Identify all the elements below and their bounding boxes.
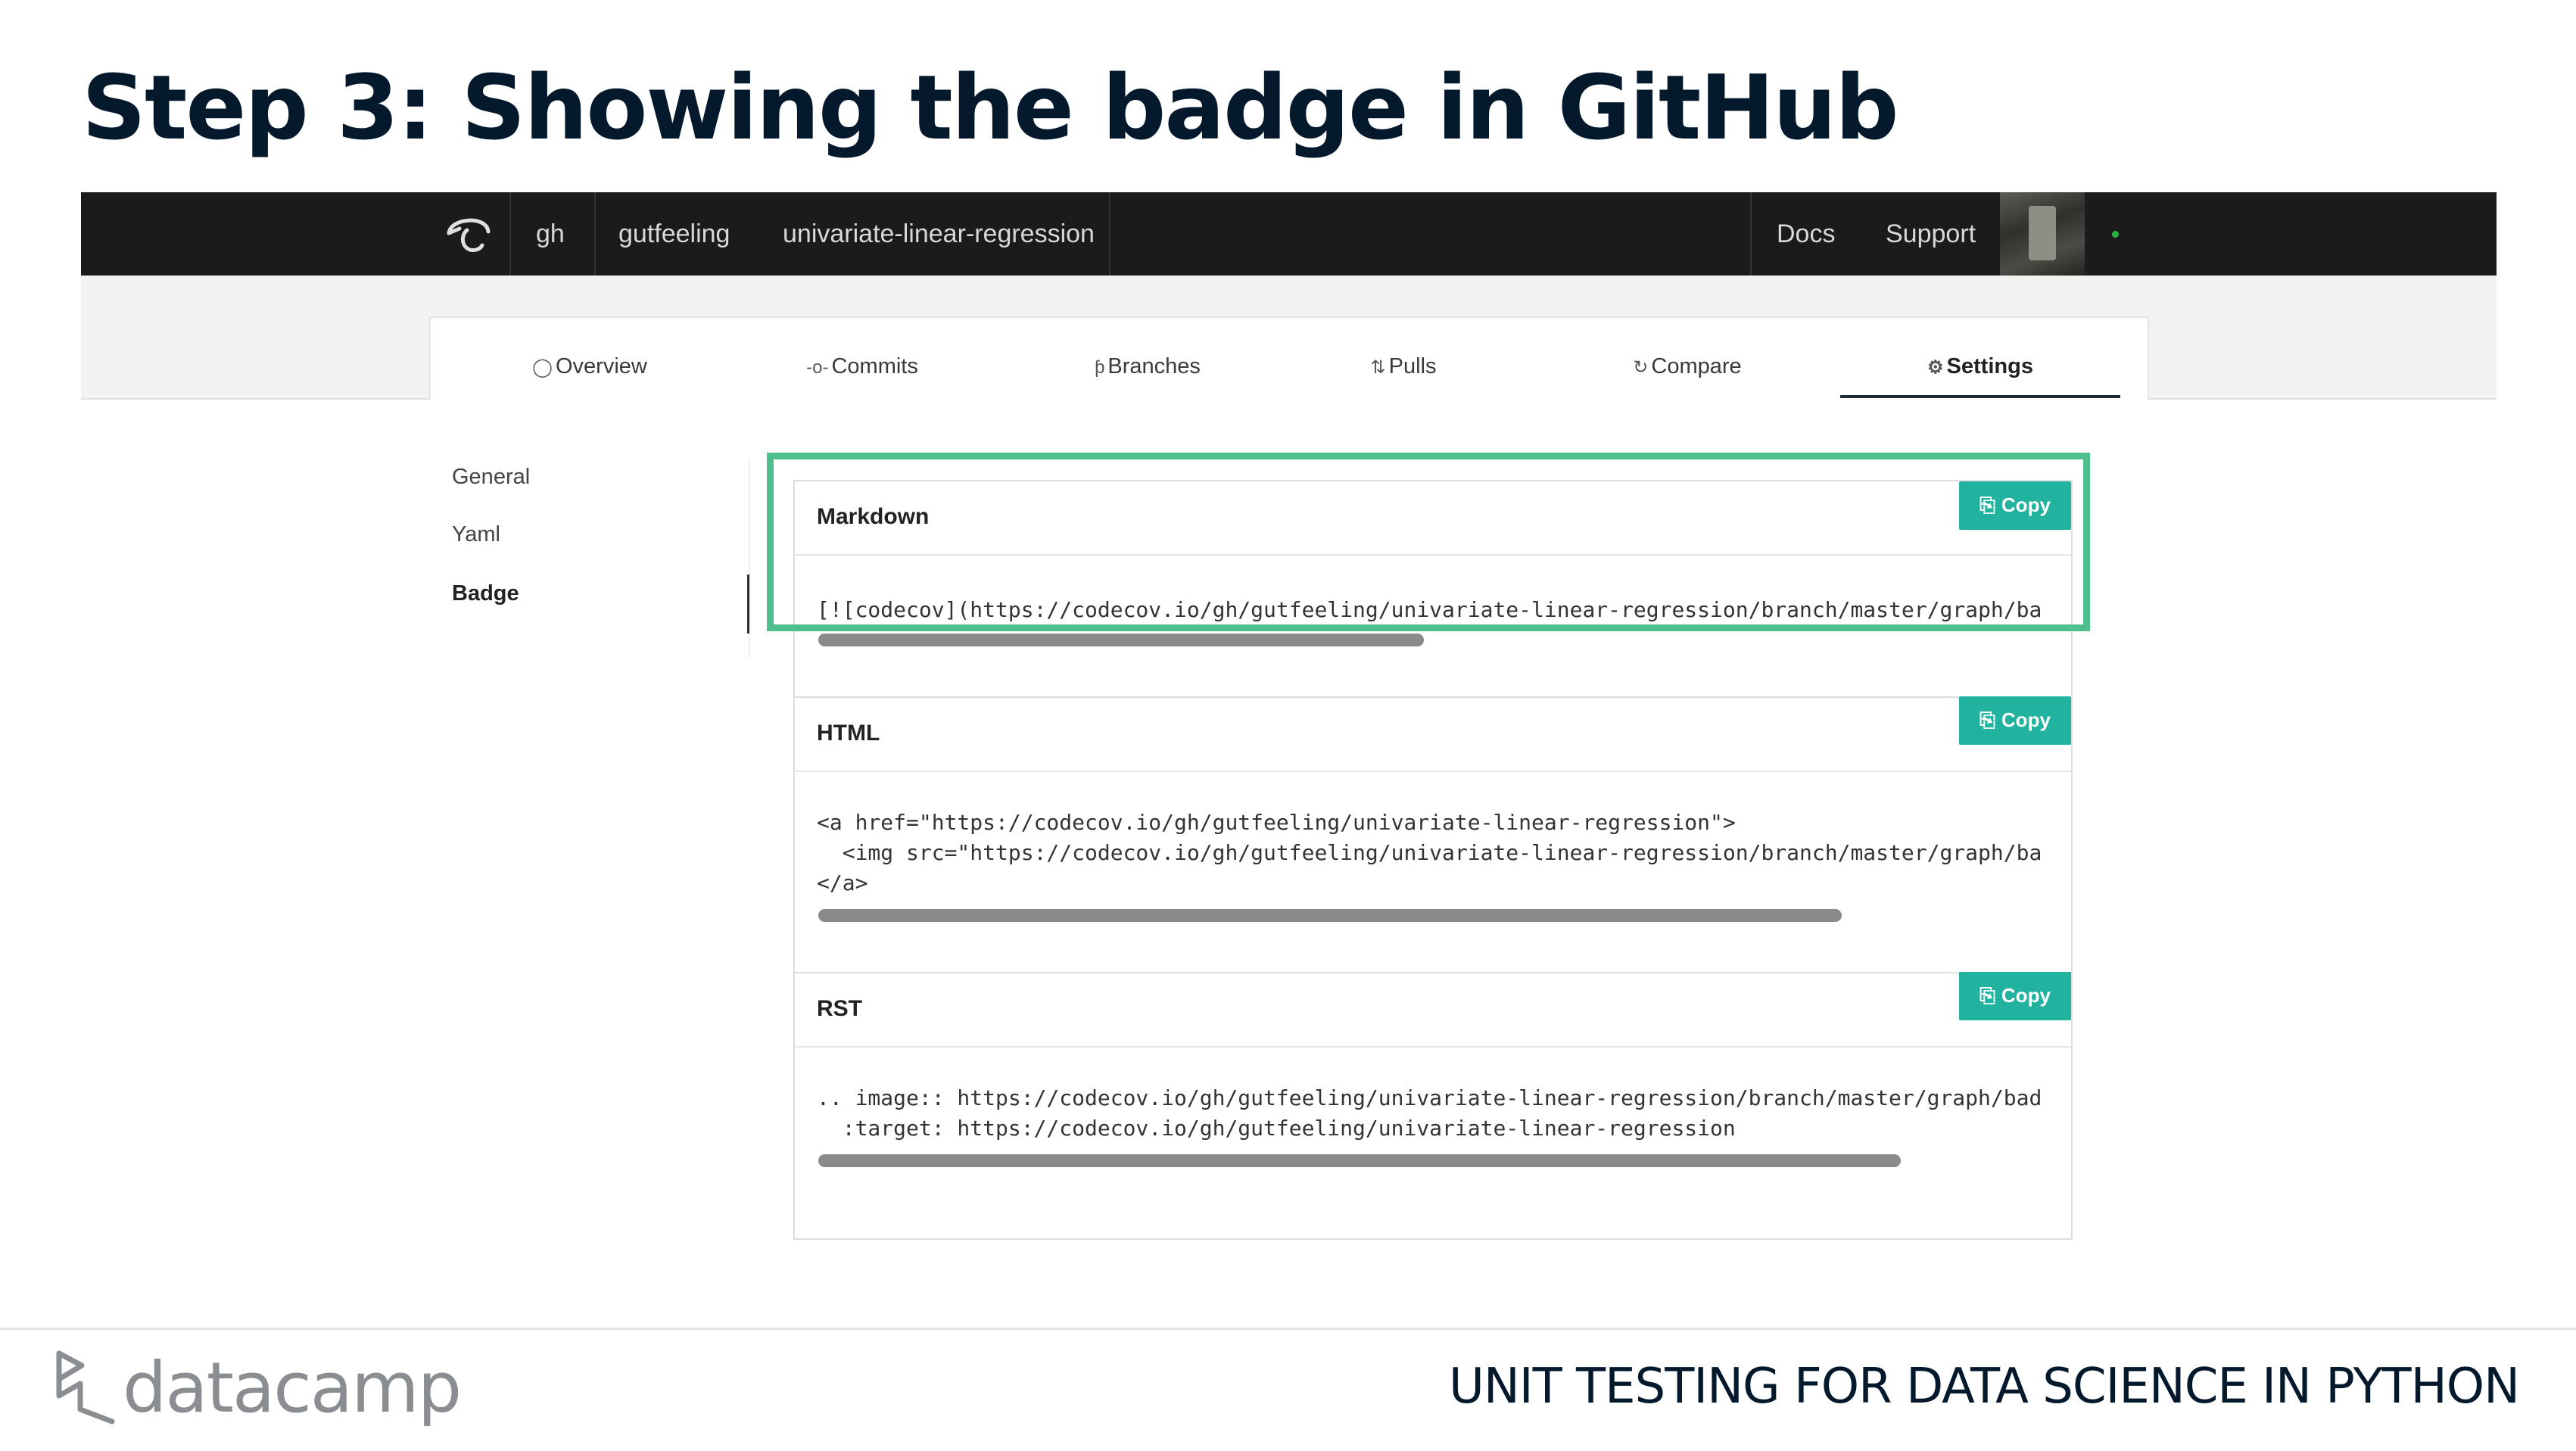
codecov-screenshot: gh gutfeeling univariate-linear-regressi… bbox=[81, 192, 2497, 1252]
rst-copy-button[interactable]: ⎘ Copy bbox=[1959, 972, 2071, 1020]
top-navbar: gh gutfeeling univariate-linear-regressi… bbox=[81, 192, 2497, 276]
markdown-scrollbar[interactable] bbox=[818, 634, 1424, 646]
rst-title: RST bbox=[817, 996, 862, 1021]
docs-link[interactable]: Docs bbox=[1777, 192, 1835, 276]
compare-icon: ↻ bbox=[1633, 357, 1649, 378]
breadcrumb-repo[interactable]: univariate-linear-regression bbox=[783, 192, 1095, 276]
footer-divider bbox=[0, 1328, 2576, 1330]
tab-label: Branches bbox=[1107, 354, 1201, 378]
tab-commits[interactable]: -o- Commits bbox=[787, 318, 938, 398]
copy-label: Copy bbox=[2001, 708, 2051, 731]
branch-icon: ƥ bbox=[1095, 357, 1105, 378]
navbar-divider bbox=[1109, 192, 1110, 276]
breadcrumb-owner[interactable]: gutfeeling bbox=[618, 192, 730, 276]
tab-overview[interactable]: ◯ Overview bbox=[514, 318, 665, 398]
rst-code-line[interactable]: .. image:: https://codecov.io/gh/gutfeel… bbox=[817, 1083, 2043, 1113]
sidenav-active-indicator bbox=[747, 574, 749, 634]
html-code-line[interactable]: <a href="https://codecov.io/gh/gutfeelin… bbox=[817, 808, 2043, 838]
online-status-dot bbox=[2112, 231, 2119, 238]
copy-label: Copy bbox=[2001, 984, 2051, 1007]
navbar-divider bbox=[1750, 192, 1752, 276]
datacamp-logo-icon bbox=[56, 1350, 115, 1425]
support-link[interactable]: Support bbox=[1886, 192, 1976, 276]
html-scrollbar[interactable] bbox=[818, 909, 1842, 922]
tab-settings[interactable]: ⚙ Settings bbox=[1840, 318, 2120, 398]
html-code-line[interactable]: <img src="https://codecov.io/gh/gutfeeli… bbox=[817, 838, 2043, 868]
datacamp-wordmark: datacamp bbox=[123, 1347, 462, 1428]
commit-icon: -o- bbox=[806, 357, 829, 378]
slide-title: Step 3: Showing the badge in GitHub bbox=[82, 55, 1899, 160]
sidenav-item-badge[interactable]: Badge bbox=[452, 581, 519, 606]
tab-compare[interactable]: ↻ Compare bbox=[1608, 318, 1767, 398]
rst-scrollbar[interactable] bbox=[818, 1154, 1901, 1167]
navbar-divider bbox=[594, 192, 596, 276]
tab-label: Commits bbox=[831, 354, 918, 378]
breadcrumb-gh[interactable]: gh bbox=[536, 192, 565, 276]
tab-branches[interactable]: ƥ Branches bbox=[1072, 318, 1223, 398]
html-copy-button[interactable]: ⎘ Copy bbox=[1959, 696, 2071, 745]
dashboard-icon: ◯ bbox=[532, 357, 553, 378]
navbar-divider bbox=[509, 192, 511, 276]
tab-pulls[interactable]: ⇅ Pulls bbox=[1347, 318, 1460, 398]
markdown-highlight-box bbox=[767, 453, 2090, 631]
tab-label: Settings bbox=[1946, 354, 2033, 378]
html-title: HTML bbox=[817, 721, 880, 746]
tab-label: Compare bbox=[1651, 354, 1742, 378]
course-title: UNIT TESTING FOR DATA SCIENCE IN PYTHON bbox=[1449, 1359, 2520, 1415]
clipboard-icon: ⎘ bbox=[1980, 708, 1995, 731]
tab-label: Pulls bbox=[1388, 354, 1437, 378]
active-tab-underline bbox=[1840, 395, 2120, 398]
rst-code-line[interactable]: :target: https://codecov.io/gh/gutfeelin… bbox=[817, 1113, 2043, 1144]
html-code-line[interactable]: </a> bbox=[817, 868, 2043, 898]
gear-icon: ⚙ bbox=[1927, 357, 1944, 378]
user-avatar[interactable] bbox=[2000, 192, 2085, 276]
sidenav-item-yaml[interactable]: Yaml bbox=[452, 522, 500, 547]
tab-bar: ◯ Overview -o- Commits ƥ Branches ⇅ Pulls ↻ C… bbox=[429, 316, 2149, 400]
tab-label: Overview bbox=[556, 354, 647, 378]
pull-request-icon: ⇅ bbox=[1370, 357, 1386, 378]
html-card-header: HTML ⎘ Copy bbox=[795, 696, 2071, 772]
umbrella-logo-icon[interactable] bbox=[444, 209, 493, 257]
clipboard-icon: ⎘ bbox=[1980, 984, 1995, 1007]
sidenav-item-general[interactable]: General bbox=[452, 465, 530, 490]
rst-card-header: RST ⎘ Copy bbox=[795, 972, 2071, 1048]
